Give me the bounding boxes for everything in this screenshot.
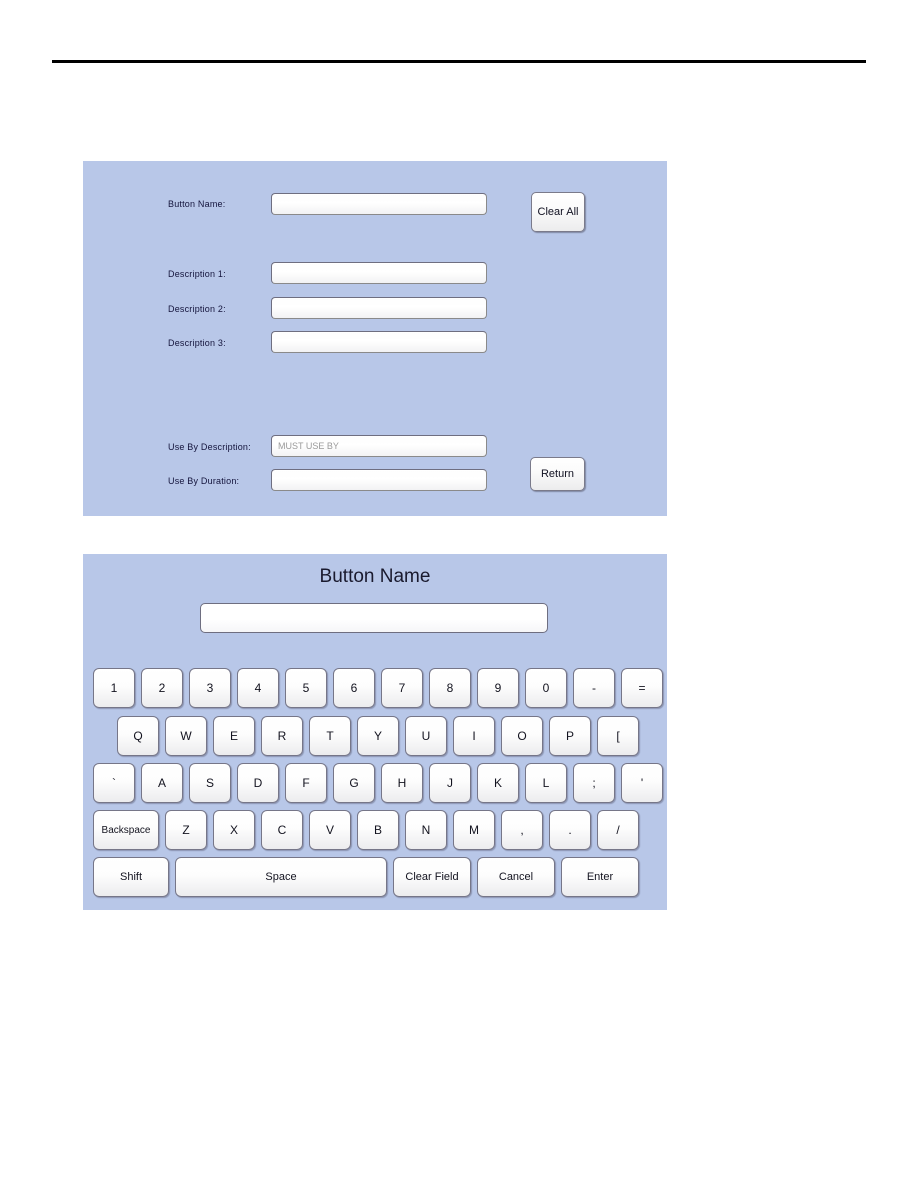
description-1-input[interactable] — [271, 262, 487, 284]
description-2-input[interactable] — [271, 297, 487, 319]
key-8[interactable]: 8 — [429, 668, 471, 708]
button-name-label: Button Name: — [168, 199, 226, 209]
key-6[interactable]: 6 — [333, 668, 375, 708]
key-i[interactable]: I — [453, 716, 495, 756]
key-p[interactable]: P — [549, 716, 591, 756]
key-h[interactable]: H — [381, 763, 423, 803]
key-y[interactable]: Y — [357, 716, 399, 756]
key-b[interactable]: B — [357, 810, 399, 850]
keyboard-bottom-letter-row: Backspace Z X C V B N M,. / — [93, 810, 639, 850]
key-k[interactable]: K — [477, 763, 519, 803]
key-c[interactable]: C — [261, 810, 303, 850]
use-by-description-input[interactable]: MUST USE BY — [271, 435, 487, 457]
key-v[interactable]: V — [309, 810, 351, 850]
use-by-duration-input[interactable] — [271, 469, 487, 491]
key-enter[interactable]: Enter — [561, 857, 639, 897]
key-bracket-left[interactable]: [ — [597, 716, 639, 756]
key-cancel[interactable]: Cancel — [477, 857, 555, 897]
key-a[interactable]: A — [141, 763, 183, 803]
description-3-input[interactable] — [271, 331, 487, 353]
keyboard-top-letter-row: Q W E R T Y U I O P[ — [117, 716, 639, 756]
key-2[interactable]: 2 — [141, 668, 183, 708]
button-name-input[interactable] — [271, 193, 487, 215]
header-divider — [52, 60, 866, 63]
key-0[interactable]: 0 — [525, 668, 567, 708]
key-d[interactable]: D — [237, 763, 279, 803]
key-shift[interactable]: Shift — [93, 857, 169, 897]
key-r[interactable]: R — [261, 716, 303, 756]
key-backtick[interactable]: ` — [93, 763, 135, 803]
key-slash[interactable]: / — [597, 810, 639, 850]
key-u[interactable]: U — [405, 716, 447, 756]
key-period[interactable]: . — [549, 810, 591, 850]
description-1-label: Description 1: — [168, 269, 226, 279]
key-g[interactable]: G — [333, 763, 375, 803]
key-1[interactable]: 1 — [93, 668, 135, 708]
key-9[interactable]: 9 — [477, 668, 519, 708]
key-space[interactable]: Space — [175, 857, 387, 897]
use-by-duration-label: Use By Duration: — [168, 476, 240, 486]
key-comma[interactable]: , — [501, 810, 543, 850]
keyboard-title: Button Name — [319, 566, 431, 587]
key-apostrophe[interactable]: ' — [621, 763, 663, 803]
keyboard-home-row: ` A S D F G H J K L; ' — [93, 763, 663, 803]
key-j[interactable]: J — [429, 763, 471, 803]
key-q[interactable]: Q — [117, 716, 159, 756]
key-semicolon[interactable]: ; — [573, 763, 615, 803]
clear-all-button[interactable]: Clear All — [531, 192, 585, 232]
keyboard-text-input[interactable] — [200, 603, 548, 633]
key-equals[interactable]: = — [621, 668, 663, 708]
use-by-description-label: Use By Description: — [168, 442, 251, 452]
key-3[interactable]: 3 — [189, 668, 231, 708]
keyboard-function-row: Shift Space Clear Field Cancel Enter — [93, 857, 639, 897]
key-t[interactable]: T — [309, 716, 351, 756]
key-o[interactable]: O — [501, 716, 543, 756]
key-z[interactable]: Z — [165, 810, 207, 850]
description-3-label: Description 3: — [168, 338, 226, 348]
key-w[interactable]: W — [165, 716, 207, 756]
key-5[interactable]: 5 — [285, 668, 327, 708]
key-l[interactable]: L — [525, 763, 567, 803]
key-e[interactable]: E — [213, 716, 255, 756]
keyboard-number-row: 1 2 3 4 5 6 7 8 9 0- = — [93, 668, 663, 708]
key-n[interactable]: N — [405, 810, 447, 850]
return-button[interactable]: Return — [530, 457, 585, 491]
key-f[interactable]: F — [285, 763, 327, 803]
key-clear-field[interactable]: Clear Field — [393, 857, 471, 897]
key-s[interactable]: S — [189, 763, 231, 803]
key-7[interactable]: 7 — [381, 668, 423, 708]
key--[interactable]: - — [573, 668, 615, 708]
key-4[interactable]: 4 — [237, 668, 279, 708]
key-m[interactable]: M — [453, 810, 495, 850]
description-2-label: Description 2: — [168, 304, 226, 314]
key-backspace[interactable]: Backspace — [93, 810, 159, 850]
key-x[interactable]: X — [213, 810, 255, 850]
